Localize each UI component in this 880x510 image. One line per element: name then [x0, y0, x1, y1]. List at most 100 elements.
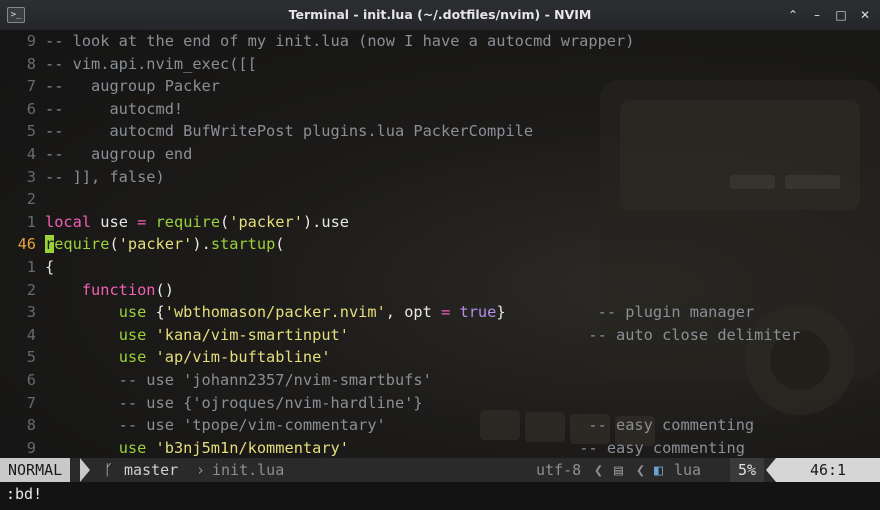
code-token: 'wbthomason/packer.nvim' [164, 303, 386, 322]
line-number: 1 [26, 258, 36, 276]
code-line[interactable]: 4 use 'kana/vim-smartinput' -- auto clos… [0, 324, 800, 347]
code-line[interactable]: 6 -- use 'johann2357/nvim-smartbufs' [0, 369, 432, 392]
code-token: -- use {'ojroques/nvim-hardline'} [45, 393, 423, 412]
minimize-icon[interactable]: – [808, 6, 826, 24]
code-token: ( [275, 235, 285, 254]
text-cursor: r [45, 235, 55, 254]
code-line[interactable]: 5 -- autocmd BufWritePost plugins.lua Pac… [0, 120, 533, 143]
code-token: startup [210, 235, 276, 254]
editor-buffer[interactable]: 9 -- look at the end of my init.lua (now … [0, 30, 880, 458]
code-token: use [118, 348, 147, 367]
code-token: use [91, 212, 138, 231]
code-line[interactable]: 7 -- use {'ojroques/nvim-hardline'} [0, 392, 423, 415]
code-line[interactable]: 8 -- vim.api.nvim_exec([[ [0, 53, 257, 76]
code-token: use [118, 325, 147, 344]
code-token: ( [109, 235, 119, 254]
code-line[interactable]: 3 use {'wbthomason/packer.nvim', opt = t… [0, 301, 754, 324]
line-number: 1 [26, 212, 36, 231]
git-branch-icon: ᚴ [104, 461, 114, 479]
position-separator [766, 458, 776, 482]
terminal-window: >_ Terminal - init.lua (~/.dotfiles/nvim… [0, 0, 880, 510]
window-controls: ⌃ – □ ✕ [784, 0, 874, 30]
code-token: -- easy commenting [579, 438, 745, 457]
maximize-icon[interactable]: □ [832, 6, 850, 24]
code-token: -- augroup end [45, 145, 193, 163]
close-icon[interactable]: ✕ [856, 6, 874, 24]
mode-separator [80, 458, 90, 482]
code-token: -- use 'tpope/vim-commentary' -- easy co… [45, 416, 755, 435]
code-token: -- autocmd BufWritePost plugins.lua Pack… [45, 122, 534, 141]
code-line[interactable]: 7 -- augroup Packer [0, 75, 220, 98]
code-token: ( [220, 212, 230, 231]
code-line[interactable]: 8 -- use 'tpope/vim-commentary' -- easy … [0, 414, 754, 437]
file-encoding: utf-8 [536, 461, 582, 479]
scroll-percent: 5% [730, 458, 765, 482]
line-number: 7 [26, 393, 36, 412]
code-token: -- ]], false) [45, 167, 165, 186]
code-token: = [137, 212, 147, 231]
line-number: 2 [26, 190, 36, 209]
code-line[interactable]: 4 -- augroup end [0, 143, 193, 166]
line-number: 6 [26, 371, 36, 389]
code-token: true [459, 303, 497, 322]
chevron-left-icon: ❮ [636, 461, 646, 479]
code-token: use [118, 303, 147, 322]
code-line[interactable]: 5 use 'ap/vim-buftabline' [0, 346, 331, 369]
separator-icon: › [196, 461, 206, 479]
line-number: 3 [26, 303, 36, 322]
code-token: = [441, 303, 451, 322]
code-line[interactable]: 1 local use = require('packer').use [0, 211, 349, 234]
code-line[interactable]: 2 function() [0, 279, 174, 302]
code-token: () [155, 280, 174, 299]
code-token: 'packer' [229, 212, 303, 231]
code-token: -- plugin manager [597, 303, 755, 322]
code-token: { [45, 258, 55, 276]
chevron-up-icon[interactable]: ⌃ [784, 6, 802, 24]
lua-file-icon: ◧ [654, 461, 664, 479]
code-token: -- vim.api.nvim_exec([[ [45, 54, 257, 73]
code-token: 'kana/vim-smartinput' [155, 325, 349, 344]
mode-indicator: NORMAL [0, 458, 71, 482]
code-token: ).use [302, 212, 349, 231]
code-token: local [45, 212, 92, 231]
command-line[interactable]: :bd! [0, 482, 880, 510]
code-token: -- use 'johann2357/nvim-smartbufs' [45, 371, 432, 389]
code-token: -- augroup Packer [45, 77, 220, 96]
line-number: 5 [26, 122, 36, 141]
code-token: , opt [385, 303, 442, 322]
code-token: 'ap/vim-buftabline' [155, 348, 331, 367]
statusline: NORMAL ᚴ master › init.lua utf-8 ❮ ▤ ❮ ◧… [0, 458, 880, 482]
line-number: 7 [26, 77, 36, 96]
line-number: 4 [26, 325, 36, 344]
code-token: require [155, 212, 221, 231]
code-token: 'packer' [118, 235, 193, 254]
line-number: 2 [26, 280, 36, 299]
title-bar[interactable]: >_ Terminal - init.lua (~/.dotfiles/nvim… [0, 0, 880, 31]
line-number: 46 [17, 235, 36, 254]
code-line[interactable]: 1{ [0, 256, 54, 279]
line-number: 4 [26, 145, 36, 163]
code-token: function [81, 280, 156, 299]
window-title: Terminal - init.lua (~/.dotfiles/nvim) -… [288, 7, 592, 22]
code-line[interactable]: 3 -- ]], false) [0, 166, 165, 189]
code-line[interactable]: 46 require('packer').startup( [0, 233, 285, 256]
chevron-left-icon: ❮ [594, 461, 604, 479]
code-line[interactable]: 2 [0, 188, 45, 211]
code-line[interactable]: 6 -- autocmd! [0, 98, 183, 121]
code-line[interactable]: 9 use 'b3nj5m1n/kommentary' -- easy comm… [0, 437, 745, 458]
code-line[interactable]: 9 -- look at the end of my init.lua (now … [0, 30, 635, 53]
line-number: 6 [26, 99, 36, 118]
line-number: 9 [26, 438, 36, 457]
line-number: 5 [26, 348, 36, 367]
code-token: } [496, 303, 598, 322]
